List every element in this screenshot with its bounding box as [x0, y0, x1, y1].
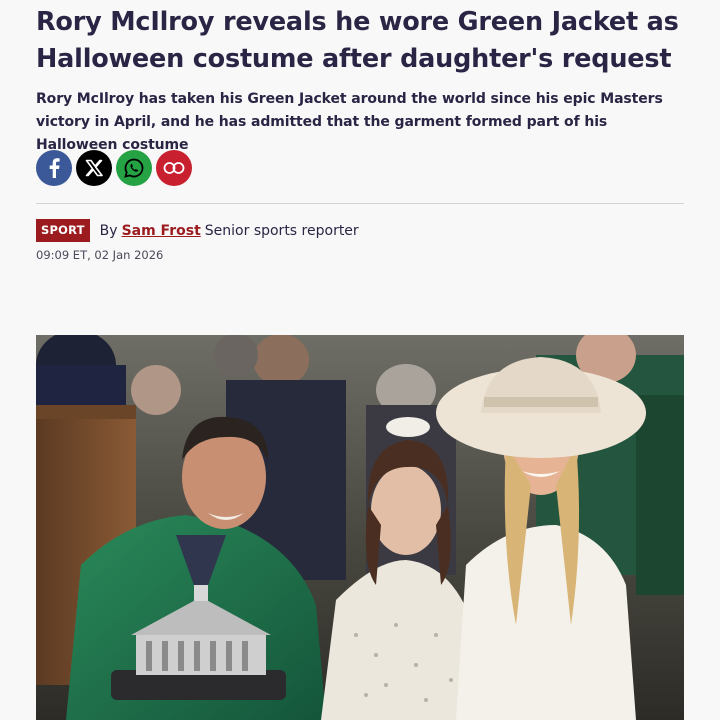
article-hero-image [36, 335, 684, 720]
article-standfirst: Rory McIlroy has taken his Green Jacket … [36, 91, 663, 153]
divider [36, 203, 684, 204]
article-headline: Rory McIlroy reveals he wore Green Jacke… [36, 7, 679, 74]
x-icon [85, 159, 103, 177]
link-icon [163, 162, 185, 174]
author-role: Senior sports reporter [204, 222, 359, 239]
author-link[interactable]: Sam Frost [122, 223, 201, 239]
article: Rory McIlroy reveals he wore Green Jacke… [36, 0, 684, 720]
share-bar [36, 150, 192, 186]
whatsapp-icon [124, 158, 144, 178]
share-whatsapp-button[interactable] [116, 150, 152, 186]
share-facebook-button[interactable] [36, 150, 72, 186]
facebook-icon [49, 158, 60, 178]
publish-timestamp: 09:09 ET, 02 Jan 2026 [36, 248, 164, 262]
byline-text: By Sam Frost Senior sports reporter [100, 223, 359, 239]
section-badge[interactable]: SPORT [36, 219, 90, 242]
byline: SPORT By Sam Frost Senior sports reporter [36, 219, 359, 242]
mcilroy-family-photo [36, 335, 684, 720]
by-prefix: By [99, 222, 118, 239]
copy-link-button[interactable] [156, 150, 192, 186]
share-x-button[interactable] [76, 150, 112, 186]
